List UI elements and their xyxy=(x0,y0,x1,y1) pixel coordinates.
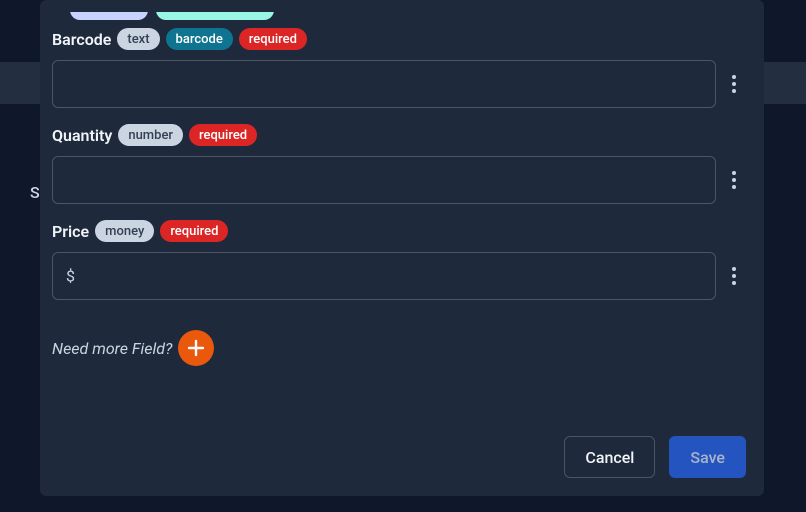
field-menu-button[interactable] xyxy=(722,260,746,292)
kebab-icon xyxy=(732,171,736,189)
form-modal: Barcode text barcode required Quantity n… xyxy=(40,0,764,496)
plus-icon xyxy=(187,339,205,357)
background-letter: S xyxy=(30,183,40,202)
field-block-barcode: Barcode text barcode required xyxy=(52,28,746,108)
price-input[interactable] xyxy=(52,252,716,300)
required-chip: required xyxy=(160,220,228,242)
kebab-icon xyxy=(732,75,736,93)
field-block-quantity: Quantity number required xyxy=(52,124,746,204)
field-header: Price money required xyxy=(52,220,746,242)
field-row xyxy=(52,156,746,204)
modal-footer: Cancel Save xyxy=(52,428,746,478)
field-label: Barcode xyxy=(52,30,111,49)
type-chip: text xyxy=(117,28,159,50)
barcode-input[interactable] xyxy=(52,60,716,108)
cancel-button[interactable]: Cancel xyxy=(564,436,655,478)
field-header: Quantity number required xyxy=(52,124,746,146)
type-chip: money xyxy=(95,220,154,242)
clipped-chip xyxy=(156,12,274,20)
barcode-chip: barcode xyxy=(166,28,233,50)
field-menu-button[interactable] xyxy=(722,164,746,196)
kebab-icon xyxy=(732,267,736,285)
add-field-prompt: Need more Field? xyxy=(52,339,172,358)
add-field-button[interactable] xyxy=(178,330,214,366)
clipped-chip xyxy=(70,12,148,20)
required-chip: required xyxy=(239,28,307,50)
field-label: Quantity xyxy=(52,126,112,145)
money-input-wrap: $ xyxy=(52,252,716,300)
field-menu-button[interactable] xyxy=(722,68,746,100)
field-label: Price xyxy=(52,222,89,241)
clipped-chips xyxy=(70,12,746,20)
field-row xyxy=(52,60,746,108)
quantity-input[interactable] xyxy=(52,156,716,204)
type-chip: number xyxy=(118,124,183,146)
required-chip: required xyxy=(189,124,257,146)
save-button[interactable]: Save xyxy=(669,436,746,478)
field-row: $ xyxy=(52,252,746,300)
field-block-price: Price money required $ xyxy=(52,220,746,300)
field-header: Barcode text barcode required xyxy=(52,28,746,50)
add-field-row: Need more Field? xyxy=(52,330,746,366)
